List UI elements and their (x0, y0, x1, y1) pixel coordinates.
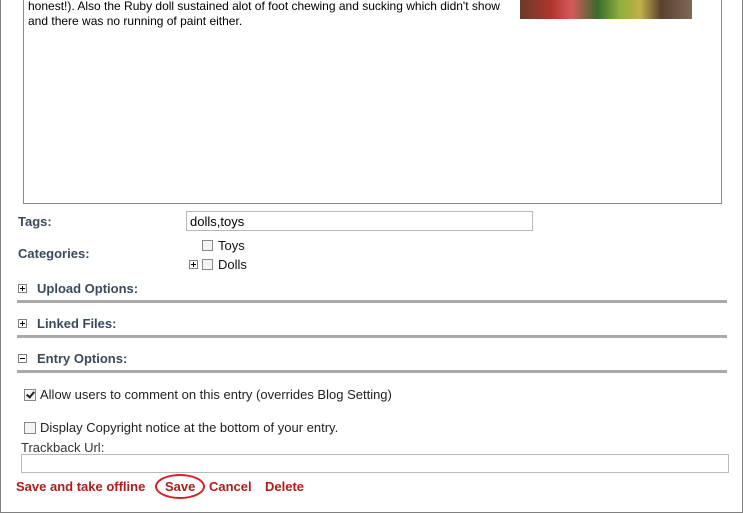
save-link[interactable]: Save (165, 479, 195, 494)
expand-plus-icon[interactable] (18, 319, 27, 328)
section-divider (17, 335, 727, 338)
entry-options-header[interactable]: Entry Options: (18, 351, 728, 366)
allow-comments-checkbox[interactable] (24, 388, 36, 401)
edit-entry-panel: honest!). Also the Ruby doll sustained a… (0, 0, 743, 513)
entry-options-label: Entry Options: (37, 351, 128, 366)
expand-plus-icon[interactable] (189, 260, 198, 269)
category-dolls-checkbox[interactable] (202, 259, 213, 270)
entry-body-editor[interactable]: honest!). Also the Ruby doll sustained a… (23, 0, 722, 204)
category-dolls[interactable]: Dolls (189, 257, 247, 272)
linked-files-header[interactable]: Linked Files: (18, 316, 728, 331)
embedded-photo (520, 0, 692, 19)
editor-text: honest!). Also the Ruby doll sustained a… (28, 0, 518, 29)
category-toys[interactable]: Toys (202, 238, 245, 253)
save-and-take-offline-link[interactable]: Save and take offline (16, 479, 145, 494)
tags-input[interactable] (186, 211, 533, 231)
section-divider (17, 370, 727, 373)
allow-comments-option[interactable]: Allow users to comment on this entry (ov… (24, 387, 392, 402)
delete-link[interactable]: Delete (265, 479, 304, 494)
collapse-minus-icon[interactable] (18, 354, 27, 363)
copyright-checkbox[interactable] (24, 421, 36, 434)
editor-line: and there was no running of paint either… (28, 14, 243, 28)
upload-options-header[interactable]: Upload Options: (18, 281, 728, 296)
category-dolls-label: Dolls (218, 257, 247, 272)
expand-plus-icon[interactable] (18, 284, 27, 293)
copyright-label: Display Copyright notice at the bottom o… (40, 420, 339, 435)
category-toys-label: Toys (218, 238, 245, 253)
trackback-url-input[interactable] (21, 454, 729, 473)
cancel-link[interactable]: Cancel (209, 479, 252, 494)
tags-label: Tags: (18, 214, 52, 229)
editor-line: honest!). Also the Ruby doll sustained a… (28, 0, 500, 13)
upload-options-label: Upload Options: (37, 281, 139, 296)
copyright-option[interactable]: Display Copyright notice at the bottom o… (24, 420, 338, 435)
section-divider (17, 300, 727, 303)
categories-label: Categories: (18, 246, 90, 261)
category-toys-checkbox[interactable] (202, 240, 213, 251)
allow-comments-label: Allow users to comment on this entry (ov… (40, 387, 392, 402)
linked-files-label: Linked Files: (37, 316, 117, 331)
trackback-label: Trackback Url: (21, 440, 105, 455)
